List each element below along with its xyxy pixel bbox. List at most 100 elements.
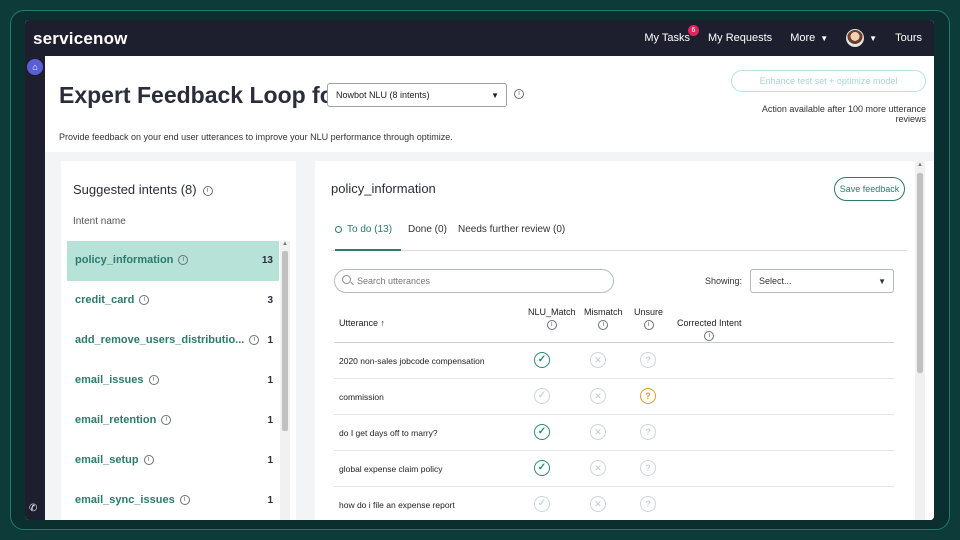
- intent-item-email-issues[interactable]: email_issues i 1: [67, 361, 279, 401]
- showing-label: Showing:: [705, 276, 743, 286]
- utterance-text: how do i file an expense report: [339, 500, 455, 510]
- info-icon[interactable]: i: [202, 185, 213, 196]
- enhance-optimize-button[interactable]: Enhance test set + optimize model: [731, 70, 926, 92]
- save-feedback-button[interactable]: Save feedback: [834, 177, 905, 201]
- info-icon[interactable]: i: [143, 455, 154, 465]
- question-icon[interactable]: ?: [640, 460, 656, 476]
- tab-done[interactable]: Done (0): [408, 221, 447, 251]
- intent-count: 1: [267, 455, 273, 466]
- my-tasks-link[interactable]: My Tasks 6: [644, 25, 699, 44]
- question-icon[interactable]: ?: [640, 388, 656, 404]
- chevron-down-icon: ▼: [491, 91, 499, 100]
- check-icon[interactable]: ✓: [534, 352, 550, 368]
- intent-name: email_retention: [75, 414, 157, 426]
- intent-item-email-setup[interactable]: email_setup i 1: [67, 441, 279, 481]
- page-subtitle: Provide feedback on your end user uttera…: [59, 132, 453, 142]
- search-placeholder: Search utterances: [357, 276, 431, 286]
- check-icon[interactable]: ✓: [534, 496, 550, 512]
- search-utterances-input[interactable]: Search utterances: [334, 269, 614, 293]
- scrollbar-thumb[interactable]: [282, 251, 288, 431]
- corrected-intent-column-header: Corrected Intent i: [677, 318, 742, 341]
- info-icon[interactable]: i: [161, 415, 172, 425]
- intent-detail-panel: policy_information Save feedback To do (…: [315, 161, 934, 520]
- question-icon[interactable]: ?: [640, 424, 656, 440]
- user-menu[interactable]: ▼: [846, 29, 877, 47]
- my-requests-link[interactable]: My Requests: [708, 32, 772, 44]
- my-tasks-badge: 6: [687, 25, 699, 36]
- table-header: Utterance ↑ NLU_Match i Mismatch i Unsur…: [334, 305, 894, 343]
- detail-scrollbar[interactable]: ▲: [915, 161, 925, 520]
- scroll-up-icon[interactable]: ▲: [917, 162, 923, 168]
- close-icon[interactable]: ✕: [590, 424, 606, 440]
- home-icon[interactable]: ⌂: [27, 59, 43, 75]
- intents-scrollbar[interactable]: ▲: [280, 241, 290, 520]
- my-requests-label: My Requests: [707, 32, 773, 44]
- app-screen: servicenow My Tasks 6 My Requests More ▼…: [25, 20, 934, 520]
- more-menu[interactable]: More ▼: [790, 32, 828, 44]
- scroll-up-icon[interactable]: ▲: [282, 241, 288, 247]
- model-select[interactable]: Nowbot NLU (8 intents) ▼: [327, 83, 507, 107]
- table-row: commission ✓ ✕ ?: [334, 379, 894, 415]
- intent-item-email-retention[interactable]: email_retention i 1: [67, 401, 279, 441]
- info-icon[interactable]: i: [546, 320, 557, 330]
- info-icon[interactable]: i: [178, 255, 189, 265]
- info-icon[interactable]: i: [643, 320, 654, 330]
- close-icon[interactable]: ✕: [590, 496, 606, 512]
- intent-count: 3: [267, 295, 273, 306]
- suggested-intents-panel: Suggested intents (8) i Intent name polic…: [61, 161, 296, 520]
- top-navigation-bar: servicenow My Tasks 6 My Requests More ▼…: [25, 20, 934, 56]
- mismatch-label: Mismatch: [584, 307, 623, 317]
- question-icon[interactable]: ?: [640, 496, 656, 512]
- tab-needs-review[interactable]: Needs further review (0): [458, 221, 565, 251]
- more-label: More: [790, 32, 816, 44]
- info-icon[interactable]: i: [139, 295, 150, 305]
- info-icon[interactable]: i: [598, 320, 609, 330]
- unsure-column-header: Unsure i: [634, 307, 663, 330]
- showing-select-value: Select...: [759, 276, 792, 286]
- servicenow-logo[interactable]: servicenow: [33, 29, 128, 49]
- page-title: Expert Feedback Loop for: [59, 82, 343, 108]
- intent-count: 1: [267, 495, 273, 506]
- info-icon[interactable]: i: [514, 89, 524, 99]
- intent-item-email-sync-issues[interactable]: email_sync_issues i 1: [67, 481, 279, 520]
- intent-item-credit-card[interactable]: credit_card i 3: [67, 281, 279, 321]
- intent-item-add-remove-users[interactable]: add_remove_users_distributio... i 1: [67, 321, 279, 361]
- utterance-column-header[interactable]: Utterance ↑: [339, 318, 385, 328]
- intent-count: 13: [261, 255, 273, 266]
- main-content: Expert Feedback Loop for Nowbot NLU (8 i…: [45, 56, 934, 520]
- info-icon[interactable]: i: [249, 335, 260, 345]
- scrollbar-thumb[interactable]: [917, 173, 923, 373]
- intent-count: 1: [267, 415, 273, 426]
- chevron-down-icon: ▼: [869, 33, 878, 43]
- intent-item-policy-information[interactable]: policy_information i 13: [67, 241, 279, 281]
- phone-icon[interactable]: ✆: [29, 503, 37, 514]
- info-icon[interactable]: i: [179, 495, 190, 505]
- action-note: Action available after 100 more utteranc…: [761, 104, 926, 124]
- intent-name: email_sync_issues: [75, 494, 175, 506]
- tab-to-do-label: To do (13): [347, 224, 393, 235]
- info-icon[interactable]: i: [148, 375, 159, 385]
- table-row: how do i file an expense report ✓ ✕ ?: [334, 487, 894, 520]
- intent-name-header: Intent name: [73, 216, 126, 227]
- close-icon[interactable]: ✕: [590, 388, 606, 404]
- check-icon[interactable]: ✓: [534, 460, 550, 476]
- question-icon[interactable]: ?: [640, 352, 656, 368]
- tab-done-label: Done (0): [408, 224, 447, 235]
- intents-title: Suggested intents (8) i: [73, 182, 213, 197]
- showing-select[interactable]: Select... ▼: [750, 269, 894, 293]
- circle-icon: [335, 226, 342, 233]
- utterance-text: global expense claim policy: [339, 464, 443, 474]
- info-icon[interactable]: i: [704, 331, 715, 341]
- intent-name: policy_information: [75, 254, 174, 266]
- tours-link[interactable]: Tours: [895, 32, 922, 44]
- check-icon[interactable]: ✓: [534, 388, 550, 404]
- close-icon[interactable]: ✕: [590, 352, 606, 368]
- tours-label: Tours: [895, 32, 922, 44]
- search-icon: [342, 275, 351, 284]
- close-icon[interactable]: ✕: [590, 460, 606, 476]
- intent-name: email_setup: [75, 454, 139, 466]
- tab-to-do[interactable]: To do (13): [335, 221, 401, 251]
- model-select-value: Nowbot NLU (8 intents): [336, 90, 430, 100]
- check-icon[interactable]: ✓: [534, 424, 550, 440]
- utterance-text: commission: [339, 392, 384, 402]
